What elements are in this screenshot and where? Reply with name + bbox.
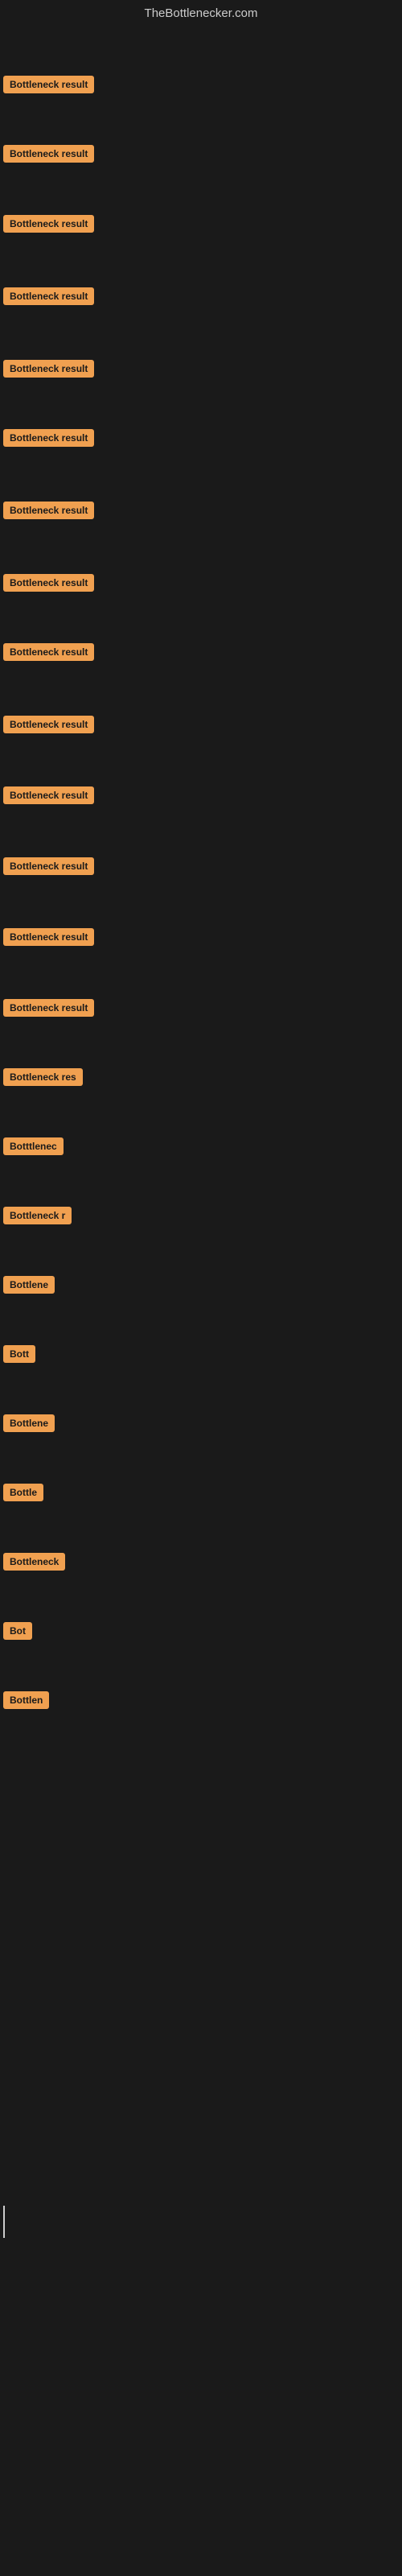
bottleneck-badge[interactable]: Bottleneck r xyxy=(3,1207,72,1224)
cursor-line xyxy=(3,2206,5,2238)
bottleneck-badge[interactable]: Bottleneck result xyxy=(3,502,94,519)
list-item: Bott xyxy=(3,1345,35,1367)
bottleneck-badge[interactable]: Bottlen xyxy=(3,1691,49,1709)
bottleneck-badge[interactable]: Bottleneck result xyxy=(3,429,94,447)
bottleneck-list: Bottleneck result Bottleneck result Bottle… xyxy=(0,30,402,1801)
bottleneck-badge[interactable]: Bot xyxy=(3,1622,32,1640)
list-item: Bottlene xyxy=(3,1414,55,1436)
list-item: Bottleneck result xyxy=(3,360,94,382)
list-item: Bottleneck result xyxy=(3,76,94,97)
bottleneck-badge[interactable]: Bottleneck result xyxy=(3,215,94,233)
list-item: Bot xyxy=(3,1622,32,1644)
list-item: Bottleneck result xyxy=(3,429,94,451)
list-item: Bottlen xyxy=(3,1691,49,1713)
list-item: Bottleneck result xyxy=(3,145,94,167)
bottleneck-badge[interactable]: Bottleneck xyxy=(3,1553,65,1571)
bottleneck-badge[interactable]: Bottlene xyxy=(3,1414,55,1432)
bottleneck-badge[interactable]: Bottlene xyxy=(3,1276,55,1294)
bottleneck-badge[interactable]: Bottleneck result xyxy=(3,287,94,305)
bottleneck-badge[interactable]: Bottleneck result xyxy=(3,999,94,1017)
bottleneck-badge[interactable]: Bottleneck result xyxy=(3,786,94,804)
bottleneck-badge[interactable]: Bottleneck result xyxy=(3,643,94,661)
site-title: TheBottlenecker.com xyxy=(145,6,258,20)
list-item: Bottleneck r xyxy=(3,1207,72,1228)
bottleneck-badge[interactable]: Bottleneck result xyxy=(3,716,94,733)
bottleneck-badge[interactable]: Bottleneck result xyxy=(3,76,94,93)
list-item: Bottleneck xyxy=(3,1553,65,1575)
bottleneck-badge[interactable]: Bottleneck res xyxy=(3,1068,83,1086)
list-item: Bottleneck res xyxy=(3,1068,83,1090)
bottleneck-badge[interactable]: Bottleneck result xyxy=(3,574,94,592)
bottleneck-badge[interactable]: Bottleneck result xyxy=(3,928,94,946)
list-item: Bottleneck result xyxy=(3,857,94,879)
bottleneck-badge[interactable]: Bottle xyxy=(3,1484,43,1501)
bottleneck-badge[interactable]: Bottleneck result xyxy=(3,145,94,163)
bottleneck-badge[interactable]: Bott xyxy=(3,1345,35,1363)
list-item: Bottleneck result xyxy=(3,928,94,950)
list-item: Bottle xyxy=(3,1484,43,1505)
bottleneck-badge[interactable]: Bottleneck result xyxy=(3,857,94,875)
list-item: Bottleneck result xyxy=(3,999,94,1021)
list-item: Bottleneck result xyxy=(3,502,94,523)
bottleneck-badge[interactable]: Bottleneck result xyxy=(3,360,94,378)
list-item: Bottleneck result xyxy=(3,574,94,596)
list-item: Bottleneck result xyxy=(3,786,94,808)
list-item: Bottleneck result xyxy=(3,215,94,237)
site-header: TheBottlenecker.com xyxy=(0,0,402,30)
list-item: Botttlenec xyxy=(3,1137,64,1159)
list-item: Bottleneck result xyxy=(3,716,94,737)
list-item: Bottlene xyxy=(3,1276,55,1298)
list-item: Bottleneck result xyxy=(3,287,94,309)
bottleneck-badge[interactable]: Botttlenec xyxy=(3,1137,64,1155)
list-item: Bottleneck result xyxy=(3,643,94,665)
